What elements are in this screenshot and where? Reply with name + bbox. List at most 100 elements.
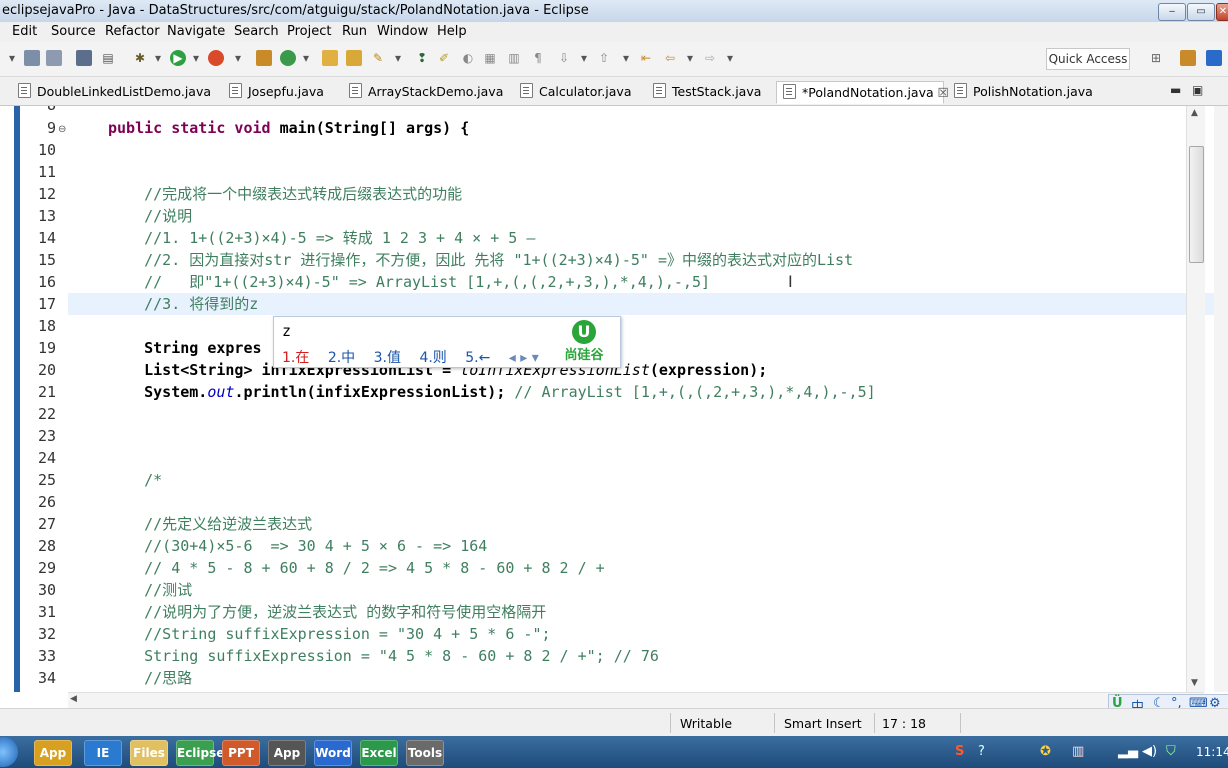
scroll-down-icon[interactable]: ▼ — [1191, 678, 1198, 688]
horizontal-scrollbar[interactable]: ◀ ▶ — [68, 692, 1204, 709]
taskbar-ppt[interactable]: PPT — [222, 740, 260, 766]
search-icon[interactable]: ✎ — [370, 50, 386, 66]
ime-candidate[interactable]: 3.值 — [374, 350, 401, 366]
tray-help-icon[interactable]: ? — [978, 744, 985, 759]
menu-refactor[interactable]: Refactor — [105, 24, 160, 39]
save-icon[interactable] — [24, 50, 40, 66]
last-edit-icon[interactable]: ⇤ — [638, 50, 654, 66]
menu-project[interactable]: Project — [287, 24, 331, 39]
dropdown-arrow-icon[interactable]: ▾ — [576, 50, 592, 66]
scroll-left-icon[interactable]: ◀ — [70, 694, 77, 704]
console-icon[interactable] — [76, 50, 92, 66]
line-number: 24 — [37, 449, 56, 467]
tray-security-icon[interactable]: ⛉ — [1166, 744, 1176, 759]
dropdown-arrow-icon[interactable]: ▾ — [230, 50, 246, 66]
tray-network-icon[interactable]: ▥ — [1072, 744, 1084, 759]
tab-arraystackdemo[interactable]: ArrayStackDemo.java — [349, 81, 503, 103]
debug-icon[interactable]: ✱ — [132, 50, 148, 66]
tray-sogou-icon[interactable]: S — [955, 744, 964, 759]
taskbar-app[interactable]: App — [34, 740, 72, 766]
code-text: //完成将一个中缀表达式转成后缀表达式的功能 — [108, 183, 462, 205]
fold-collapse-icon[interactable]: ⊖ — [58, 124, 66, 135]
new-class-icon[interactable] — [280, 50, 296, 66]
minimize-view-icon[interactable]: ▬ — [1170, 83, 1181, 97]
taskbar-tools[interactable]: Tools — [406, 740, 444, 766]
open-perspective-icon[interactable]: ⊞ — [1148, 50, 1164, 66]
new-package-icon[interactable] — [256, 50, 272, 66]
ime-candidate[interactable]: 1.在 — [282, 350, 309, 366]
tab-polishnotation[interactable]: PolishNotation.java — [954, 81, 1093, 103]
print-icon[interactable]: ▤ — [100, 50, 116, 66]
mark-occurrences-icon[interactable]: ▦ — [482, 50, 498, 66]
minimize-button[interactable]: ‒ — [1158, 3, 1186, 21]
tab-doublelinkedlistdemo[interactable]: DoubleLinkedListDemo.java — [18, 81, 211, 103]
line-number: 32 — [37, 625, 56, 643]
status-separator — [874, 713, 875, 733]
open-type-icon[interactable] — [322, 50, 338, 66]
tray-shield-icon[interactable]: ✪ — [1040, 744, 1051, 759]
tray-volume-icon[interactable]: ◀) — [1142, 744, 1157, 759]
java-perspective-icon[interactable] — [1206, 50, 1222, 66]
back-icon[interactable]: ⇦ — [662, 50, 678, 66]
ime-candidate[interactable]: 2.中 — [328, 350, 355, 366]
scroll-thumb[interactable] — [1189, 146, 1204, 263]
code-token: public static void — [108, 119, 280, 137]
tab-teststack[interactable]: TestStack.java — [653, 81, 761, 103]
taskbar-ie[interactable]: IE — [84, 740, 122, 766]
tab-josepfu[interactable]: Josepfu.java — [229, 81, 324, 103]
code-editor[interactable]: 8 9 public static void main(String[] args… — [0, 106, 1228, 692]
menu-window[interactable]: Window — [377, 24, 428, 39]
menu-edit[interactable]: Edit — [12, 24, 37, 39]
annotation-icon[interactable]: ❢ — [414, 50, 430, 66]
close-tab-icon[interactable]: ☒ — [938, 85, 949, 100]
toggle-icon[interactable]: ◐ — [460, 50, 476, 66]
ime-candidate[interactable]: 4.则 — [419, 350, 446, 366]
menu-navigate[interactable]: Navigate — [167, 24, 225, 39]
dropdown-arrow-icon[interactable]: ▾ — [722, 50, 738, 66]
tab-calculator[interactable]: Calculator.java — [520, 81, 632, 103]
code-text: // 4 * 5 - 8 + 60 + 8 / 2 => 4 5 * 8 - 6… — [108, 557, 605, 579]
block-select-icon[interactable]: ▥ — [506, 50, 522, 66]
close-button[interactable]: ✕ — [1216, 3, 1228, 21]
maximize-view-icon[interactable]: ▣ — [1192, 83, 1203, 97]
menu-source[interactable]: Source — [51, 24, 96, 39]
save-all-icon[interactable] — [46, 50, 62, 66]
menu-run[interactable]: Run — [342, 24, 367, 39]
code-line: 14 //1. 1+((2+3)×4)-5 => 转成 1 2 3 + 4 × … — [0, 227, 1190, 249]
dropdown-arrow-icon[interactable]: ▾ — [390, 50, 406, 66]
ime-page-arrows-icon[interactable]: ◂ ▸ ▾ — [509, 350, 539, 366]
run-icon[interactable]: ▶ — [170, 50, 186, 66]
overview-ruler[interactable] — [1214, 106, 1228, 692]
vertical-scrollbar[interactable]: ▲ ▼ — [1186, 106, 1205, 692]
taskbar-files[interactable]: Files — [130, 740, 168, 766]
taskbar-excel[interactable]: Excel — [360, 740, 398, 766]
dropdown-arrow-icon[interactable]: ▾ — [150, 50, 166, 66]
open-folder-icon[interactable] — [346, 50, 362, 66]
dropdown-arrow-icon[interactable]: ▾ — [618, 50, 634, 66]
quick-access-input[interactable]: Quick Access — [1046, 48, 1130, 70]
taskbar-eclipse[interactable]: Eclipse — [176, 740, 224, 766]
prev-annotation-icon[interactable]: ⇧ — [596, 50, 612, 66]
dropdown-arrow-icon[interactable]: ▾ — [682, 50, 698, 66]
taskbar-app-dark[interactable]: App — [268, 740, 306, 766]
ime-candidate-popup[interactable]: z 1.在 2.中 3.值 4.则 5.← ◂ ▸ ▾ U 尚硅谷 — [273, 316, 621, 368]
dropdown-arrow-icon[interactable]: ▾ — [188, 50, 204, 66]
maximize-button[interactable]: ▭ — [1187, 3, 1215, 21]
taskbar-word[interactable]: Word — [314, 740, 352, 766]
menu-search[interactable]: Search — [234, 24, 279, 39]
menu-help[interactable]: Help — [437, 24, 467, 39]
tray-signal-icon[interactable]: ▂▄ — [1118, 744, 1138, 759]
forward-icon[interactable]: ⇨ — [702, 50, 718, 66]
external-tools-icon[interactable] — [208, 50, 224, 66]
ime-candidate[interactable]: 5.← — [465, 350, 490, 366]
highlight-icon[interactable]: ✐ — [436, 50, 452, 66]
java-ee-perspective-icon[interactable] — [1180, 50, 1196, 66]
dropdown-arrow-icon[interactable]: ▾ — [298, 50, 314, 66]
scroll-up-icon[interactable]: ▲ — [1191, 108, 1198, 118]
java-file-icon — [520, 83, 533, 98]
next-annotation-icon[interactable]: ⇩ — [556, 50, 572, 66]
show-whitespace-icon[interactable]: ¶ — [530, 50, 546, 66]
tab-polandnotation[interactable]: *PolandNotation.java ☒ — [776, 81, 949, 104]
dropdown-arrow-icon[interactable]: ▾ — [4, 50, 20, 66]
start-button-icon[interactable] — [0, 737, 18, 767]
